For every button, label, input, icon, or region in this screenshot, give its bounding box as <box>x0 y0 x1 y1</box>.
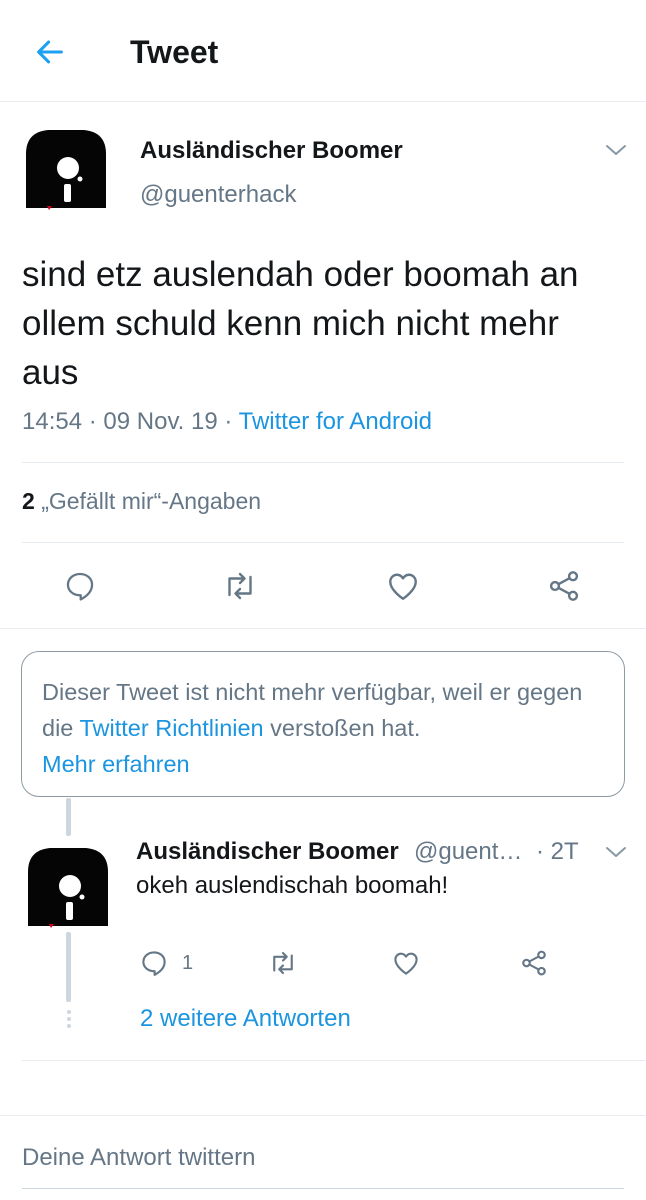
author-name[interactable]: Ausländischer Boomer <box>140 137 403 165</box>
twitter-rules-link[interactable]: Twitter Richtlinien <box>79 715 263 741</box>
unavailable-tweet-notice: Dieser Tweet ist nicht mehr verfügbar, w… <box>21 651 625 797</box>
thread-line <box>66 932 71 1002</box>
reply-options-button[interactable] <box>604 842 628 867</box>
divider <box>22 462 624 463</box>
learn-more-link[interactable]: Mehr erfahren <box>42 751 190 777</box>
tweet-text: sind etz auslendah oder boomah an ollem … <box>22 255 579 392</box>
divider <box>22 1060 646 1061</box>
reply-author-name[interactable]: Ausländischer Boomer <box>136 838 399 866</box>
divider <box>22 542 624 543</box>
reply-retweet-button[interactable] <box>265 945 301 981</box>
thread-dot <box>67 1024 71 1028</box>
avatar[interactable] <box>24 842 110 928</box>
tweet-options-button[interactable] <box>604 140 628 165</box>
reply-reply-button[interactable] <box>136 945 172 981</box>
reply-icon <box>66 572 94 601</box>
share-button[interactable] <box>542 564 586 608</box>
reply-text: okeh auslendischah boomah! <box>136 872 449 899</box>
compose-underline <box>22 1188 624 1189</box>
reply-author-handle[interactable]: @guent… <box>414 838 522 866</box>
retweet-icon <box>273 951 293 975</box>
tweet-date: 09 Nov. 19 <box>103 408 218 435</box>
back-button[interactable] <box>30 32 70 72</box>
reply-icon <box>142 951 166 976</box>
likes-label: „Gefällt mir“-Angaben <box>41 488 262 514</box>
avatar[interactable] <box>22 124 108 210</box>
page-title: Tweet <box>130 34 219 70</box>
reply-share-button[interactable] <box>516 945 552 981</box>
notice-text: verstoßen hat. <box>270 715 421 741</box>
divider <box>0 628 646 629</box>
arrow-left-icon <box>37 40 63 64</box>
reply-like-button[interactable] <box>388 945 424 981</box>
share-icon <box>522 950 546 976</box>
tweet-time: 14:54 <box>22 408 83 435</box>
more-replies-link[interactable]: 2 weitere Antworten <box>140 1005 351 1033</box>
likes-count-link[interactable]: 2 „Gefällt mir“-Angaben <box>22 488 261 515</box>
tweet-metadata: 14:54 · 09 Nov. 19 · Twitter for Android <box>22 408 432 436</box>
author-handle[interactable]: @guenterhack <box>140 181 296 209</box>
like-button[interactable] <box>381 564 425 608</box>
thread-line <box>66 798 71 836</box>
share-icon <box>549 571 579 601</box>
top-app-bar: Tweet <box>0 0 646 102</box>
reply-compose-input[interactable]: Deine Antwort twittern <box>22 1144 255 1172</box>
meta-separator: · <box>224 408 233 435</box>
like-icon <box>389 573 417 600</box>
chevron-down-icon <box>606 145 626 155</box>
like-icon <box>394 952 418 975</box>
reply-count: 1 <box>182 952 194 974</box>
reply-time: · 2T <box>536 838 579 865</box>
likes-count: 2 <box>22 488 35 514</box>
retweet-button[interactable] <box>218 564 262 608</box>
thread-dot <box>67 1017 71 1021</box>
reply-button[interactable] <box>58 564 102 608</box>
retweet-icon <box>228 572 252 600</box>
tweet-source-link[interactable]: Twitter for Android <box>239 408 432 435</box>
thread-dot <box>67 1010 71 1014</box>
chevron-down-icon <box>606 847 626 857</box>
divider <box>0 1115 646 1116</box>
meta-separator: · <box>88 408 97 435</box>
